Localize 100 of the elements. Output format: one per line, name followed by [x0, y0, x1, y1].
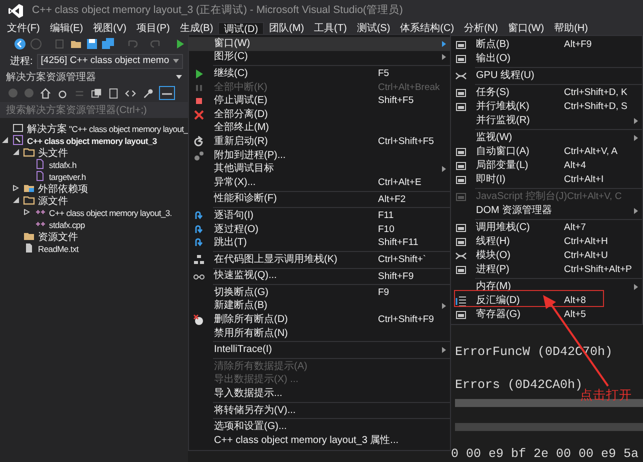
tree-item[interactable]: ReadMe.txt: [38, 240, 78, 256]
search-field[interactable]: 搜索解决方案资源管理器(Ctrl+;): [0, 102, 188, 118]
menu-item[interactable]: 寄存器(G) Alt+5: [451, 308, 642, 322]
menu-item[interactable]: 新建断点(B): [189, 300, 450, 314]
collapsed-arrow-icon[interactable]: [24, 209, 30, 215]
menu-item[interactable]: 自动窗口(A) Ctrl+Alt+V, A: [451, 145, 642, 159]
menu-item[interactable]: 模块(O) Ctrl+Alt+U: [451, 249, 642, 263]
play-icon[interactable]: [174, 38, 186, 50]
menu-item[interactable]: 断点(B) Alt+F9: [451, 38, 642, 52]
menu-bar-item[interactable]: 窗口(W): [502, 22, 550, 35]
submenu-arrow-icon: [634, 208, 638, 214]
menu-item[interactable]: 继续(C) F5: [189, 67, 450, 81]
submenu-arrow-icon: [442, 347, 446, 354]
menu-item[interactable]: 调用堆栈(C) Alt+7: [451, 221, 642, 235]
menu-bar-item[interactable]: 编辑(E): [44, 22, 88, 35]
menu-bar-item[interactable]: 团队(M): [264, 22, 310, 35]
menu-bar-item[interactable]: 测试(S): [352, 22, 396, 35]
menu-item[interactable]: 停止调试(E) Shift+F5: [189, 94, 450, 108]
menu-item[interactable]: 并行堆栈(K) Ctrl+Shift+D, S: [451, 100, 642, 114]
menu-item[interactable]: 逐过程(O) F10: [189, 222, 450, 236]
folder-icon: [23, 230, 35, 242]
home-icon[interactable]: [40, 88, 51, 98]
disassembly-icon: [455, 295, 467, 307]
menu-item[interactable]: 反汇编(D) Alt+8: [451, 294, 642, 308]
menu-bar-item[interactable]: 视图(V): [88, 22, 132, 35]
menu-item[interactable]: 异常(X)... Ctrl+Alt+E: [189, 176, 450, 190]
menu-item[interactable]: 图形(C): [189, 50, 450, 64]
submenu-arrow-icon: [634, 135, 638, 141]
menu-item[interactable]: 任务(S) Ctrl+Shift+D, K: [451, 86, 642, 100]
threads-icon: [455, 70, 467, 82]
save-icon[interactable]: [86, 38, 98, 50]
expanded-arrow-icon[interactable]: [2, 137, 8, 143]
expanded-arrow-icon[interactable]: [13, 149, 19, 155]
window-icon: [455, 101, 467, 113]
menu-bar-item[interactable]: 调试(D): [218, 22, 264, 35]
menu-item[interactable]: C++ class object memory layout_3 属性...: [189, 434, 450, 448]
file-icon: [34, 170, 46, 182]
menu-item[interactable]: 并行监视(R): [451, 114, 642, 128]
threads-icon: [455, 250, 467, 262]
window-title: C++ class object memory layout_3 (正在调试) - Microsoft Visual Studio(管理员): [32, 3, 403, 18]
menu-item[interactable]: 全部终止(M): [189, 122, 450, 136]
window-icon: [455, 236, 467, 248]
code-line: Errors (0D42CA0h): [455, 377, 583, 392]
dropdown-caret-icon[interactable]: [176, 75, 182, 79]
menu-bar-item[interactable]: 工具(T): [309, 22, 352, 35]
folder-icon: [23, 194, 35, 206]
menu-bar-item[interactable]: 体系结构(C): [395, 22, 460, 35]
menu-item[interactable]: 禁用所有断点(N): [189, 326, 450, 340]
window-icon: [455, 191, 467, 203]
code-icon[interactable]: [125, 88, 136, 98]
menu-bar-item[interactable]: 项目(P): [131, 22, 175, 35]
collapse-icon[interactable]: [91, 88, 102, 98]
menu-item[interactable]: 切换断点(G) F9: [189, 286, 450, 300]
logo-icon: [8, 3, 24, 19]
menu-item[interactable]: 删除所有断点(D) Ctrl+Shift+F9: [189, 313, 450, 327]
menu-item[interactable]: GPU 线程(U): [451, 69, 642, 83]
menu-item[interactable]: 全部分离(D): [189, 108, 450, 122]
window-icon: [455, 39, 467, 51]
expanded-arrow-icon[interactable]: [13, 197, 19, 203]
menu-item[interactable]: 附加到进程(P)...: [189, 148, 450, 162]
menu-item[interactable]: 监视(W): [451, 131, 642, 145]
process-label: 进程:: [10, 54, 33, 68]
document-icon: [23, 242, 35, 254]
menu-item[interactable]: 进程(P) Ctrl+Shift+Alt+P: [451, 263, 642, 277]
menu-item[interactable]: 输出(O): [451, 52, 642, 66]
menu-item[interactable]: 在代码图上显示调用堆栈(K) Ctrl+Shift+`: [189, 252, 450, 266]
menu-item[interactable]: DOM 资源管理器: [451, 204, 642, 218]
menu-item[interactable]: 即时(I) Ctrl+Alt+I: [451, 173, 642, 187]
menu-item[interactable]: 逐语句(I) F11: [189, 209, 450, 223]
menu-item[interactable]: 内存(M): [451, 280, 642, 294]
annotation-text: 点击打开: [580, 388, 632, 404]
menu-item[interactable]: 快速监视(Q)... Shift+F9: [189, 270, 450, 284]
tree-item[interactable]: 解决方案 "C++ class object memory layout_: [27, 120, 188, 136]
process-dropdown[interactable]: [4256] C++ class object memo: [36, 54, 183, 68]
breakpoints-delete-icon: [193, 314, 205, 326]
menu-item[interactable]: 线程(H) Ctrl+Alt+H: [451, 235, 642, 249]
panel-title: 解决方案资源管理器: [6, 70, 97, 84]
preview-icon[interactable]: [159, 86, 175, 100]
menu-item[interactable]: 将转储另存为(V)...: [189, 404, 450, 418]
submenu-arrow-icon: [442, 54, 446, 60]
save-all-icon[interactable]: [102, 38, 114, 50]
window-icon: [455, 160, 467, 172]
menu-item[interactable]: 窗口(W): [189, 37, 450, 51]
wrench-icon[interactable]: [142, 88, 153, 98]
menu-item[interactable]: 选项和设置(G)...: [189, 420, 450, 434]
menu-item[interactable]: 其他调试目标: [189, 162, 450, 176]
menu-item[interactable]: IntelliTrace(I): [189, 343, 450, 358]
menu-item[interactable]: 导入数据提示...: [189, 387, 450, 401]
menu-bar-item[interactable]: 文件(F): [2, 22, 45, 35]
menu-bar-item[interactable]: 生成(B): [174, 22, 218, 35]
menu-bar-item[interactable]: 帮助(H): [549, 22, 593, 35]
menu-item[interactable]: 跳出(T) Shift+F11: [189, 236, 450, 250]
menu-bar-item[interactable]: 分析(N): [459, 22, 503, 35]
menu-item[interactable]: 局部变量(L) Alt+4: [451, 159, 642, 173]
collapsed-arrow-icon[interactable]: [13, 185, 19, 191]
menu-item[interactable]: 性能和诊断(F) Alt+F2: [189, 192, 450, 206]
window-icon: [455, 174, 467, 186]
step-arrow-icon: [193, 224, 205, 236]
back-icon[interactable]: [14, 38, 26, 50]
menu-item[interactable]: 重新启动(R) Ctrl+Shift+F5: [189, 135, 450, 149]
